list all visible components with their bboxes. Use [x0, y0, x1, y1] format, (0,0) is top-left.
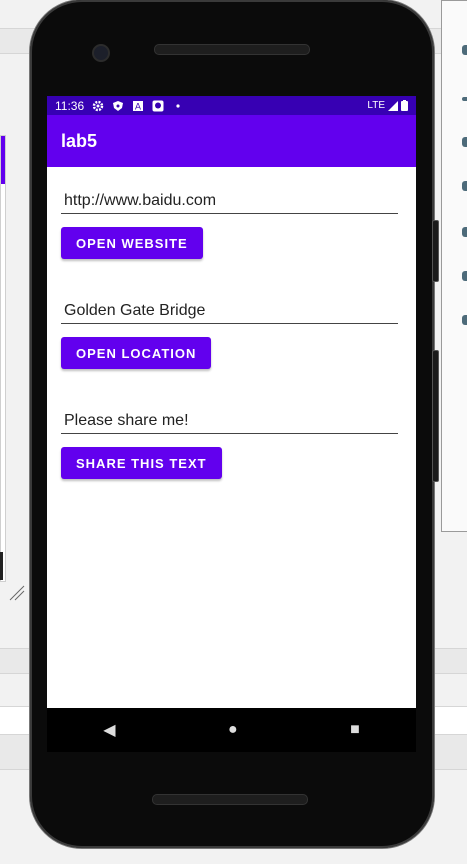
power-button[interactable]: [432, 350, 439, 482]
top-speaker: [154, 44, 310, 55]
a-icon: A: [133, 100, 144, 112]
device-screen: 11:36 A LTE lab5 OPEN WEBSITE OPEN LOCAT…: [47, 96, 416, 708]
volume-button[interactable]: [432, 220, 439, 282]
tool-icon[interactable]: [462, 45, 467, 55]
tool-icon[interactable]: [462, 315, 467, 325]
right-tool-panel: [441, 0, 467, 532]
share-text-button[interactable]: SHARE THIS TEXT: [61, 447, 222, 479]
app-title: lab5: [61, 130, 98, 151]
left-side-panel: [0, 135, 6, 582]
app-bar: lab5: [47, 115, 416, 167]
back-icon[interactable]: ◀: [103, 720, 115, 740]
recents-icon[interactable]: ■: [350, 721, 360, 739]
gear-icon: [92, 100, 104, 111]
share-field: [61, 409, 404, 434]
status-right: LTE: [367, 100, 408, 111]
tool-icon[interactable]: [462, 137, 467, 147]
tool-icon[interactable]: [462, 271, 467, 281]
shield-icon: [113, 100, 124, 111]
share-input[interactable]: [61, 409, 404, 433]
tool-icon[interactable]: [462, 181, 467, 191]
resize-handle-icon[interactable]: [8, 584, 26, 602]
svg-text:A: A: [135, 102, 142, 112]
website-field: [61, 189, 404, 214]
tool-icon[interactable]: [462, 227, 467, 237]
status-time: 11:36: [55, 98, 85, 113]
dot-icon: [176, 103, 180, 108]
location-field: [61, 299, 404, 324]
phone-frame: 11:36 A LTE lab5 OPEN WEBSITE OPEN LOCAT…: [30, 0, 439, 848]
signal-icon: [388, 100, 398, 111]
left-panel-tab[interactable]: [0, 552, 3, 580]
camera-icon: [92, 44, 110, 62]
tool-icon[interactable]: [462, 97, 467, 101]
left-panel-accent: [1, 136, 5, 184]
location-input[interactable]: [61, 299, 404, 323]
open-website-button[interactable]: OPEN WEBSITE: [61, 227, 203, 259]
network-label: LTE: [367, 100, 385, 111]
assistant-icon: [152, 100, 164, 111]
status-bar: 11:36 A LTE: [47, 96, 416, 115]
home-icon[interactable]: ●: [228, 721, 238, 739]
navigation-bar: ◀ ● ■: [47, 708, 416, 752]
website-input[interactable]: [61, 189, 404, 213]
bottom-speaker: [152, 794, 308, 805]
main-content: OPEN WEBSITE OPEN LOCATION SHARE THIS TE…: [47, 189, 416, 479]
battery-icon: [401, 100, 408, 111]
open-location-button[interactable]: OPEN LOCATION: [61, 337, 212, 369]
